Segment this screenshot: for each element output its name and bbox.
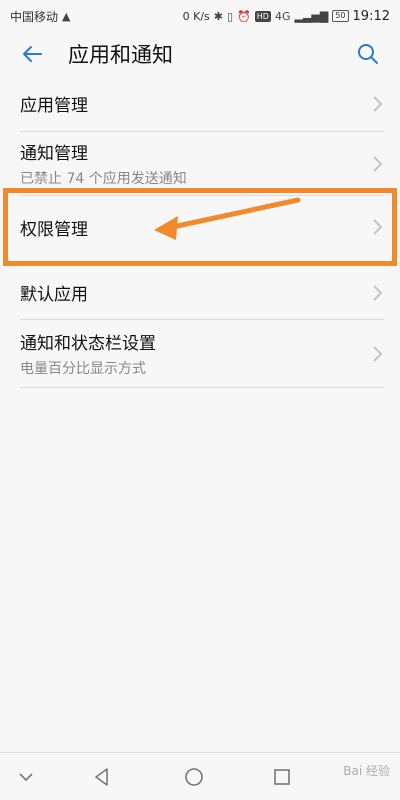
item-title: 通知和状态栏设置 — [20, 334, 156, 354]
alarm-icon: ⏰ — [237, 9, 251, 23]
recents-icon[interactable] — [268, 763, 296, 791]
status-bar: 中国移动 ▲ 0 K/s ✱ ▯ ⏰ HD 4G ▂▃▅▇ 50 19:12 — [0, 0, 400, 32]
item-title: 应用管理 — [20, 96, 88, 116]
clock: 19:12 — [352, 8, 390, 24]
chevron-right-icon — [373, 219, 383, 235]
item-title: 默认应用 — [20, 285, 88, 305]
carrier-label: 中国移动 — [10, 9, 59, 24]
home-icon[interactable] — [180, 763, 208, 791]
item-subtitle: 已禁止 74 个应用发送通知 — [20, 171, 187, 187]
chevron-right-icon — [373, 95, 383, 112]
list-item-notification-statusbar-settings[interactable]: 通知和状态栏设置 电量百分比显示方式 — [20, 320, 384, 388]
hd-icon: HD — [254, 10, 271, 22]
item-title: 权限管理 — [20, 219, 88, 240]
item-title: 通知管理 — [20, 144, 88, 164]
search-icon[interactable] — [354, 40, 382, 68]
chevron-right-icon — [373, 155, 383, 172]
battery-icon: 50 — [332, 10, 349, 22]
list-item-app-management[interactable]: 应用管理 — [20, 76, 384, 132]
cell-signal-icon: ▂▃▅▇ — [294, 9, 329, 23]
watermark: Bai 经验 — [343, 764, 390, 778]
chevron-right-icon — [373, 345, 383, 362]
chevron-right-icon — [373, 284, 383, 301]
list-item-permission-management[interactable]: 权限管理 — [20, 196, 384, 258]
network-speed: 0 K/s — [182, 9, 210, 23]
collapse-icon[interactable] — [12, 763, 40, 791]
vibrate-icon: ▯ — [227, 9, 234, 23]
bluetooth-icon: ✱ — [213, 9, 224, 23]
item-subtitle: 电量百分比显示方式 — [20, 361, 146, 377]
navigation-bar — [0, 752, 400, 800]
back-arrow-icon[interactable] — [18, 40, 46, 68]
signal-activity-icon: ▲ — [62, 9, 71, 23]
list-item-default-apps[interactable]: 默认应用 — [20, 266, 384, 320]
network-type-label: 4G — [274, 9, 291, 23]
page-title: 应用和通知 — [68, 43, 173, 67]
back-icon[interactable] — [88, 763, 116, 791]
list-item-notification-management[interactable]: 通知管理 已禁止 74 个应用发送通知 — [20, 132, 384, 196]
app-bar: 应用和通知 — [0, 32, 400, 76]
